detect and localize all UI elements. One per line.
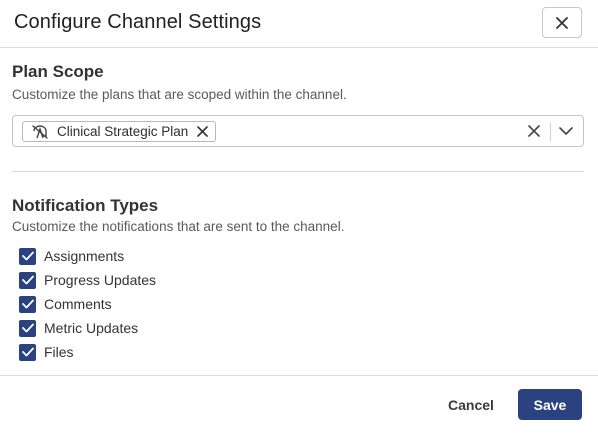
plan-chip-label: Clinical Strategic Plan — [57, 124, 189, 139]
checkbox-row-files[interactable]: Files — [19, 343, 74, 361]
save-button[interactable]: Save — [518, 389, 582, 420]
checkbox-label: Metric Updates — [44, 320, 139, 336]
checkbox-label: Comments — [44, 296, 112, 312]
close-icon — [556, 16, 568, 29]
remove-chip-icon[interactable] — [196, 125, 209, 138]
close-button[interactable] — [542, 7, 582, 38]
checkbox-label: Progress Updates — [44, 272, 157, 288]
checkbox-files[interactable] — [19, 343, 36, 361]
select-separator — [550, 122, 551, 142]
checkmark-icon — [21, 275, 34, 285]
checkbox-row-assignments[interactable]: Assignments — [19, 247, 124, 265]
cancel-button[interactable]: Cancel — [438, 389, 504, 421]
dialog-title: Configure Channel Settings — [14, 11, 262, 33]
checkmark-icon — [21, 299, 34, 309]
section-divider — [12, 171, 584, 172]
checkmark-icon — [21, 347, 34, 357]
clear-selection-icon[interactable] — [527, 124, 541, 138]
checkbox-progress-updates[interactable] — [19, 271, 36, 289]
checkbox-comments[interactable] — [19, 295, 36, 313]
configure-channel-dialog: Configure Channel Settings Plan Scope Cu… — [0, 0, 598, 433]
checkbox-label: Files — [44, 344, 74, 360]
notification-types-heading: Notification Types — [12, 196, 159, 215]
checkbox-label: Assignments — [44, 248, 125, 264]
notification-types-description: Customize the notifications that are sen… — [12, 219, 345, 234]
plan-scope-heading: Plan Scope — [12, 62, 104, 81]
checkbox-row-comments[interactable]: Comments — [19, 295, 112, 313]
chevron-down-icon[interactable] — [559, 125, 573, 137]
plan-chip: Clinical Strategic Plan — [22, 121, 216, 142]
checkbox-metric-updates[interactable] — [19, 319, 36, 337]
checkmark-icon — [21, 251, 34, 261]
dialog-header: Configure Channel Settings — [0, 0, 598, 48]
checkbox-row-metric-updates[interactable]: Metric Updates — [19, 319, 138, 337]
plan-no-sync-icon — [32, 124, 48, 139]
checkmark-icon — [21, 323, 34, 333]
checkbox-row-progress-updates[interactable]: Progress Updates — [19, 271, 156, 289]
dialog-footer: Cancel Save — [0, 375, 598, 433]
plan-scope-description: Customize the plans that are scoped with… — [12, 87, 347, 102]
checkbox-assignments[interactable] — [19, 247, 36, 265]
plan-scope-select[interactable]: Clinical Strategic Plan — [12, 115, 584, 147]
